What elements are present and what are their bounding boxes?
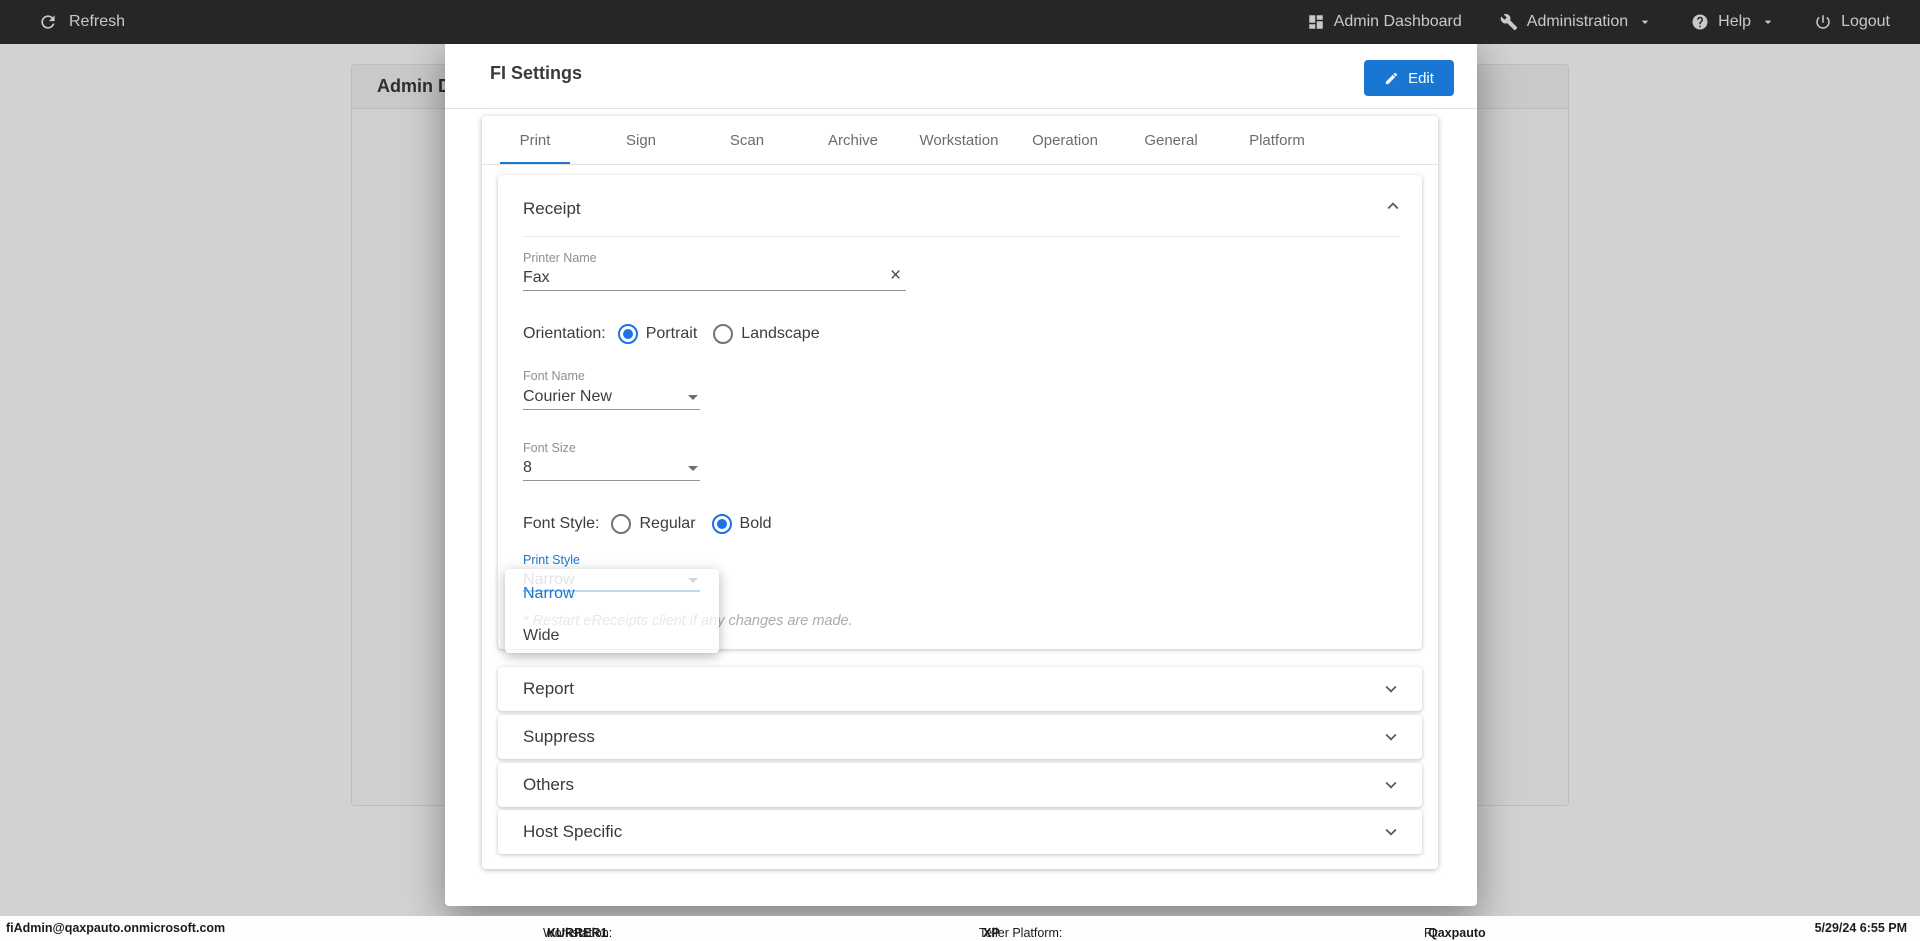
print-style-dropdown: Narrow Wide (505, 569, 719, 653)
logged-in-user: fiAdmin@qaxpauto.onmicrosoft.com (6, 921, 226, 935)
font-style-label: Font Style: (523, 515, 600, 532)
refresh-icon (41, 15, 55, 29)
report-section-title: Report (523, 679, 575, 698)
suppress-section[interactable]: Suppress (498, 715, 1422, 759)
fi-value: Qaxpauto (1428, 926, 1486, 940)
portrait-radio[interactable] (617, 324, 638, 344)
font-size-label: Font Size (523, 441, 576, 455)
datetime: 5/29/24 6:55 PM (1814, 921, 1907, 935)
top-bar: Refresh Admin Dashboard Administration H… (0, 0, 1920, 44)
admin-dashboard-label: Admin Dashboard (1333, 13, 1462, 30)
suppress-section-title: Suppress (523, 727, 595, 746)
chevron-down-icon (1764, 20, 1772, 24)
printer-name-label: Printer Name (523, 251, 597, 265)
bold-radio-label[interactable]: Bold (740, 515, 772, 533)
expand-chevron-icon (1385, 781, 1397, 789)
edit-button-label: Edit (1408, 69, 1434, 87)
top-bar-menu: Admin Dashboard Administration Help Logo… (1307, 13, 1890, 31)
others-section[interactable]: Others (498, 763, 1422, 807)
teller-platform-value: XP (983, 926, 1000, 940)
font-style-radio-group: Font Style: Regular Bold (523, 513, 788, 535)
input-underline (523, 409, 700, 410)
regular-radio-label[interactable]: Regular (639, 515, 695, 533)
expand-chevron-icon (1385, 733, 1397, 741)
dropdown-arrow-icon[interactable] (688, 395, 698, 400)
tab-sign[interactable]: Sign (588, 116, 694, 164)
tab-print[interactable]: Print (482, 116, 588, 164)
font-size-select[interactable]: 8 (523, 459, 532, 477)
host-specific-section[interactable]: Host Specific (498, 810, 1422, 854)
dashboard-grid-icon (1308, 15, 1323, 29)
expand-chevron-icon (1385, 828, 1397, 836)
landscape-radio-label[interactable]: Landscape (741, 325, 819, 343)
tab-operation[interactable]: Operation (1012, 116, 1118, 164)
divider (445, 108, 1477, 109)
refresh-label: Refresh (69, 13, 126, 30)
host-specific-section-title: Host Specific (523, 822, 623, 841)
logout-label: Logout (1841, 13, 1890, 30)
administration-menu[interactable]: Administration (1500, 13, 1653, 31)
refresh-button[interactable]: Refresh (38, 12, 125, 32)
option-narrow[interactable]: Narrow (523, 585, 575, 603)
portrait-radio-label[interactable]: Portrait (646, 325, 698, 343)
landscape-radio[interactable] (713, 324, 734, 344)
dialog-title: FI Settings (490, 63, 583, 83)
orientation-radio-group: Orientation: Portrait Landscape (523, 323, 836, 345)
orientation-label: Orientation: (523, 325, 606, 342)
receipt-section-title: Receipt (523, 199, 581, 218)
font-name-select[interactable]: Courier New (523, 388, 612, 406)
receipt-section: Receipt Printer Name Fax × Orientation: … (498, 175, 1422, 653)
input-underline (523, 290, 906, 291)
power-icon (1816, 15, 1830, 29)
regular-radio[interactable] (611, 514, 632, 534)
printer-name-input[interactable]: Fax (523, 269, 550, 287)
tab-archive[interactable]: Archive (800, 116, 906, 164)
tab-general[interactable]: General (1118, 116, 1224, 164)
bold-radio[interactable] (711, 514, 732, 534)
dropdown-arrow-icon[interactable] (688, 466, 698, 471)
collapse-chevron-icon[interactable] (1382, 195, 1404, 222)
chevron-down-icon (1641, 20, 1649, 24)
administration-label: Administration (1526, 13, 1629, 30)
divider (523, 236, 1400, 237)
wrench-icon (1500, 13, 1518, 31)
admin-dashboard-link[interactable]: Admin Dashboard (1307, 13, 1462, 31)
input-underline (523, 480, 700, 481)
fi-settings-dialog: FI Settings Edit Print Sign Scan Archive… (445, 37, 1477, 906)
help-menu[interactable]: Help (1691, 13, 1776, 31)
tab-platform[interactable]: Platform (1224, 116, 1330, 164)
settings-card: Print Sign Scan Archive Workstation Oper… (482, 116, 1438, 869)
others-section-title: Others (523, 775, 575, 794)
logout-button[interactable]: Logout (1814, 13, 1890, 31)
option-wide[interactable]: Wide (523, 627, 559, 645)
report-section[interactable]: Report (498, 667, 1422, 711)
status-bar: fiAdmin@qaxpauto.onmicrosoft.com Worksta… (0, 916, 1920, 941)
edit-button[interactable]: Edit (1364, 60, 1454, 96)
expand-chevron-icon (1385, 685, 1397, 693)
clear-icon[interactable]: × (890, 265, 901, 287)
pencil-icon (1385, 72, 1398, 84)
help-label: Help (1718, 13, 1752, 30)
print-style-label: Print Style (523, 553, 580, 567)
tab-workstation[interactable]: Workstation (906, 116, 1012, 164)
font-name-label: Font Name (523, 369, 585, 383)
tab-bar: Print Sign Scan Archive Workstation Oper… (482, 116, 1438, 165)
tab-scan[interactable]: Scan (694, 116, 800, 164)
screen: Refresh Admin Dashboard Administration H… (0, 0, 1920, 941)
workstation-value: KURRER1 (547, 926, 608, 940)
help-icon (1692, 14, 1708, 30)
